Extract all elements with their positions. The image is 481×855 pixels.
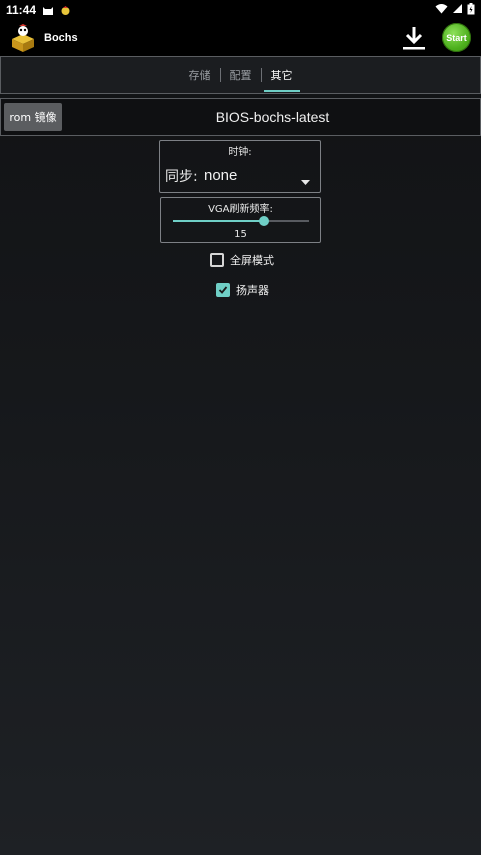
- rom-row: rom 镜像 BIOS-bochs-latest: [0, 98, 481, 136]
- rom-image-value: BIOS-bochs-latest: [215, 109, 330, 125]
- dropdown-arrow-icon: [301, 171, 310, 190]
- start-button[interactable]: Start: [442, 23, 471, 52]
- fullscreen-option[interactable]: 全屏模式: [210, 252, 274, 268]
- download-icon: [403, 27, 425, 50]
- rom-image-button[interactable]: rom 镜像: [4, 103, 62, 131]
- signal-icon: [452, 3, 463, 17]
- fullscreen-label: 全屏模式: [230, 254, 274, 267]
- tab-storage[interactable]: 存储: [180, 57, 220, 93]
- app-title: Bochs: [44, 32, 78, 44]
- wifi-icon: [435, 3, 448, 17]
- checkmark-icon: [218, 286, 228, 294]
- slider-thumb[interactable]: [259, 216, 270, 226]
- clock-label: 时钟:: [228, 147, 252, 158]
- app-notification-icon: [60, 5, 71, 16]
- sync-dropdown[interactable]: none: [204, 163, 316, 187]
- speaker-label: 扬声器: [236, 284, 269, 297]
- status-time: 11:44: [6, 3, 37, 17]
- sync-label: 同步:: [165, 169, 198, 185]
- app-bar: Bochs Start: [0, 20, 481, 56]
- tab-bar: 存储 配置 其它: [0, 56, 481, 94]
- fullscreen-checkbox[interactable]: [210, 253, 224, 267]
- cat-icon: [42, 5, 54, 16]
- vga-refresh-slider[interactable]: [173, 215, 309, 227]
- vga-refresh-value: 15: [234, 229, 247, 240]
- speaker-checkbox[interactable]: [216, 283, 230, 297]
- tab-other[interactable]: 其它: [262, 57, 302, 93]
- sync-dropdown-value: none: [204, 166, 238, 184]
- slider-fill: [173, 220, 265, 222]
- tab-config[interactable]: 配置: [221, 57, 261, 93]
- download-button[interactable]: [398, 22, 430, 54]
- battery-icon: [467, 2, 475, 18]
- speaker-option[interactable]: 扬声器: [216, 282, 269, 298]
- vga-refresh-label: VGA刷新频率:: [208, 204, 273, 215]
- vga-group: VGA刷新频率: 15: [160, 197, 321, 243]
- bochs-logo-icon: [8, 23, 38, 53]
- status-bar: 11:44: [0, 0, 481, 20]
- clock-group: 时钟: 同步: none: [159, 140, 321, 193]
- status-right: [435, 2, 475, 18]
